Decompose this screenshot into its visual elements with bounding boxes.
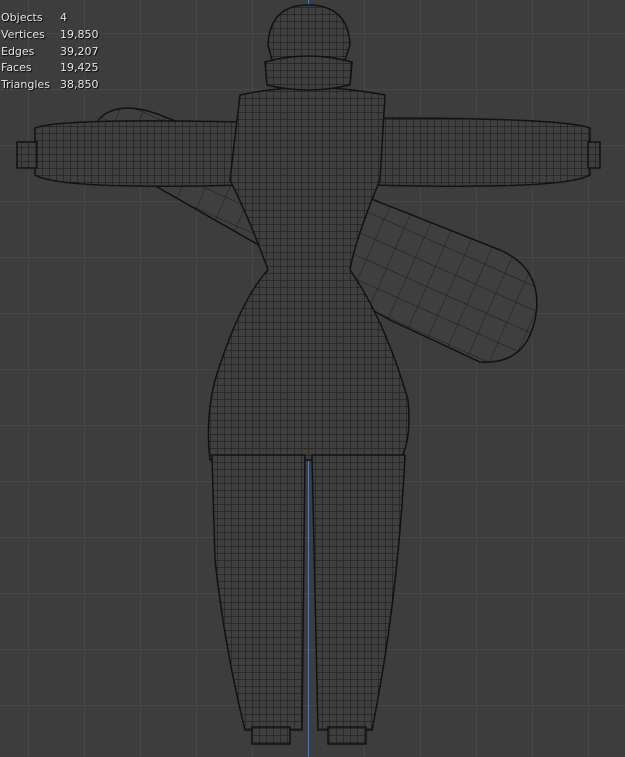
right-leg xyxy=(311,454,406,731)
stat-edges: Edges 39,207 xyxy=(1,44,99,58)
goggles xyxy=(264,55,353,91)
3d-viewport[interactable] xyxy=(0,0,625,757)
helmet xyxy=(267,4,351,61)
stat-objects: Objects 4 xyxy=(1,11,67,24)
stat-vertices: Vertices 19,850 xyxy=(1,27,99,41)
stat-faces: Faces 19,425 xyxy=(1,61,99,75)
left-leg xyxy=(211,454,306,731)
stat-triangles: Triangles 38,850 xyxy=(1,78,99,92)
right-arm xyxy=(371,117,591,187)
statistics-overlay: Objects 4 Vertices 19,850 Edges 39,207 Face… xyxy=(1,10,99,94)
wireframe-model[interactable] xyxy=(0,0,625,757)
left-arm xyxy=(34,120,246,187)
